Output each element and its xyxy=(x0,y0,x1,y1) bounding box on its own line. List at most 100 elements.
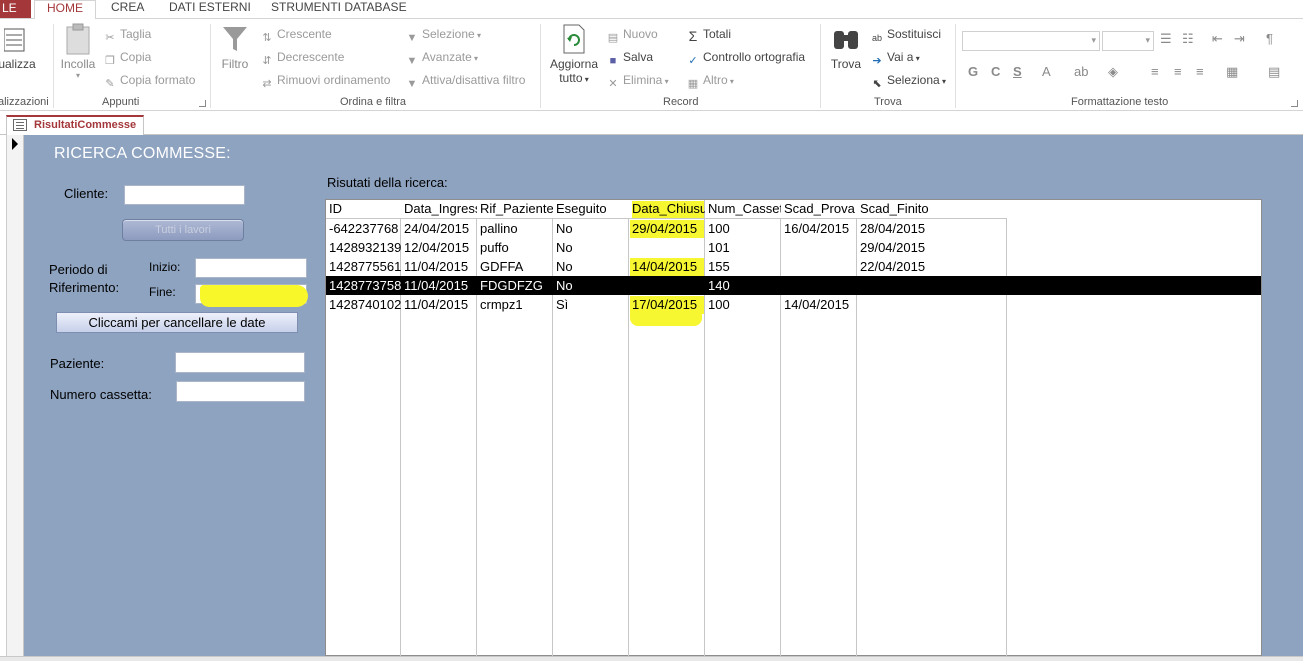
cassetta-input[interactable] xyxy=(176,381,305,402)
paziente-input[interactable] xyxy=(175,352,305,373)
increase-indent-icon[interactable]: ⇥ xyxy=(1234,31,1245,47)
decrease-indent-icon[interactable]: ⇤ xyxy=(1212,31,1223,47)
paragraph-direction-icon[interactable]: ¶ xyxy=(1266,31,1273,46)
table-cell[interactable]: crmpz1 xyxy=(477,295,553,314)
column-header[interactable]: Rif_Paziente xyxy=(477,200,553,219)
dialog-launcher-icon[interactable] xyxy=(1291,100,1298,107)
tab-strumenti-database[interactable]: STRUMENTI DATABASE xyxy=(271,0,407,18)
table-cell[interactable] xyxy=(781,257,857,276)
table-cell[interactable]: 1428775561 xyxy=(326,257,401,276)
paste-button[interactable]: Incolla ▾ xyxy=(58,23,98,80)
table-cell[interactable]: 11/04/2015 xyxy=(401,295,477,314)
table-cell[interactable]: 22/04/2015 xyxy=(857,257,1007,276)
delete-button[interactable]: ✕ Elimina ▾ xyxy=(606,73,668,91)
table-cell[interactable] xyxy=(629,238,705,257)
table-cell[interactable]: 1428773758 xyxy=(326,276,401,295)
bold-button[interactable]: G xyxy=(968,64,978,79)
align-center-icon[interactable]: ≡ xyxy=(1174,64,1182,79)
table-cell[interactable]: 14/04/2015 xyxy=(781,295,857,314)
font-name-combo[interactable]: ▾ xyxy=(962,31,1100,51)
filter-button[interactable]: Filtro xyxy=(217,23,253,71)
tab-dati-esterni[interactable]: DATI ESTERNI xyxy=(169,0,251,18)
table-cell[interactable]: No xyxy=(553,219,629,238)
table-cell[interactable] xyxy=(781,238,857,257)
table-cell[interactable] xyxy=(781,276,857,295)
dialog-launcher-icon[interactable] xyxy=(199,100,206,107)
table-cell[interactable]: 14/04/2015 xyxy=(629,257,705,276)
table-cell[interactable]: 11/04/2015 xyxy=(401,276,477,295)
table-cell[interactable]: pallino xyxy=(477,219,553,238)
cliente-input[interactable] xyxy=(124,185,245,205)
sort-ascending-button[interactable]: ⇅ Crescente xyxy=(260,27,331,45)
find-button[interactable]: Trova xyxy=(826,23,866,71)
table-cell[interactable]: 100 xyxy=(705,219,781,238)
column-header[interactable]: Num_Cassetta xyxy=(705,200,781,219)
table-cell[interactable]: 28/04/2015 xyxy=(857,219,1007,238)
table-cell[interactable]: GDFFA xyxy=(477,257,553,276)
doc-tab-risultati-commesse[interactable]: RisultatiCommesse xyxy=(6,115,144,135)
alternate-row-color-icon[interactable]: ▤ xyxy=(1268,64,1280,80)
table-cell[interactable]: 29/04/2015 xyxy=(629,219,705,238)
column-header[interactable]: Scad_Finito xyxy=(857,200,1007,219)
inizio-input[interactable] xyxy=(195,258,307,278)
table-cell[interactable]: 11/04/2015 xyxy=(401,257,477,276)
column-header[interactable]: Scad_Prova xyxy=(781,200,857,219)
table-cell[interactable]: 12/04/2015 xyxy=(401,238,477,257)
remove-sort-button[interactable]: ⇄ Rimuovi ordinamento xyxy=(260,73,390,91)
table-cell[interactable]: -642237768 xyxy=(326,219,401,238)
align-right-icon[interactable]: ≡ xyxy=(1196,64,1204,79)
record-selector[interactable] xyxy=(7,135,24,661)
table-cell[interactable]: 17/04/2015 xyxy=(629,295,705,314)
table-cell[interactable]: puffo xyxy=(477,238,553,257)
column-header[interactable]: Data_Ingresso xyxy=(401,200,477,219)
table-cell[interactable]: 16/04/2015 xyxy=(781,219,857,238)
column-header[interactable]: Eseguito xyxy=(553,200,629,219)
sort-descending-button[interactable]: ⇵ Decrescente xyxy=(260,50,344,68)
table-cell[interactable]: 100 xyxy=(705,295,781,314)
file-tab[interactable]: LE xyxy=(0,0,31,18)
table-cell[interactable]: 1428740102 xyxy=(326,295,401,314)
replace-button[interactable]: ab Sostituisci xyxy=(870,27,941,45)
copy-button[interactable]: ❐ Copia xyxy=(103,50,151,68)
totals-button[interactable]: Σ Totali xyxy=(686,27,731,43)
underline-button[interactable]: S xyxy=(1013,64,1022,79)
table-cell[interactable]: 101 xyxy=(705,238,781,257)
table-cell[interactable] xyxy=(857,295,1007,314)
font-color-icon[interactable]: A xyxy=(1042,64,1051,79)
italic-button[interactable]: C xyxy=(991,64,1000,79)
selection-button[interactable]: ▼ Selezione ▾ xyxy=(405,27,481,45)
table-cell[interactable]: 29/04/2015 xyxy=(857,238,1007,257)
save-button[interactable]: ■ Salva xyxy=(606,50,653,68)
column-header[interactable]: Data_Chiusura xyxy=(629,200,705,219)
table-cell[interactable]: 1428932139 xyxy=(326,238,401,257)
table-cell[interactable]: 155 xyxy=(705,257,781,276)
bullets-icon[interactable]: ☰ xyxy=(1160,31,1172,47)
select-button[interactable]: ⬉ Seleziona ▾ xyxy=(870,73,946,91)
column-header[interactable]: ID xyxy=(326,200,401,219)
format-painter-button[interactable]: ✎ Copia formato xyxy=(103,73,195,91)
table-cell[interactable] xyxy=(857,276,1007,295)
table-cell[interactable]: No xyxy=(553,238,629,257)
gridlines-icon[interactable]: ▦ xyxy=(1226,64,1238,80)
cut-button[interactable]: ✂ Taglia xyxy=(103,27,151,45)
view-button[interactable]: ualizza xyxy=(0,23,38,71)
table-cell[interactable]: 24/04/2015 xyxy=(401,219,477,238)
all-jobs-button[interactable]: Tutti i lavori xyxy=(122,219,244,241)
results-datasheet[interactable]: IDData_IngressoRif_PazienteEseguitoData_… xyxy=(325,199,1262,657)
numbering-icon[interactable]: ☷ xyxy=(1182,31,1194,47)
fill-color-icon[interactable]: ◈ xyxy=(1108,64,1118,80)
highlight-icon[interactable]: ab xyxy=(1074,64,1088,79)
refresh-all-button[interactable]: Aggiorna tutto ▾ xyxy=(546,23,602,85)
spelling-button[interactable]: ✓ Controllo ortografia xyxy=(686,50,805,68)
table-cell[interactable]: FDGDFZG xyxy=(477,276,553,295)
new-record-button[interactable]: ▤ Nuovo xyxy=(606,27,658,45)
goto-button[interactable]: ➔ Vai a ▾ xyxy=(870,50,919,68)
table-cell[interactable]: No xyxy=(553,276,629,295)
tab-home[interactable]: HOME xyxy=(34,0,96,19)
table-cell[interactable]: 140 xyxy=(705,276,781,295)
table-cell[interactable]: No xyxy=(553,257,629,276)
more-button[interactable]: ▦ Altro ▾ xyxy=(686,73,734,91)
clear-dates-button[interactable]: Cliccami per cancellare le date xyxy=(56,312,298,333)
tab-crea[interactable]: CREA xyxy=(111,0,144,18)
table-cell[interactable]: Sì xyxy=(553,295,629,314)
